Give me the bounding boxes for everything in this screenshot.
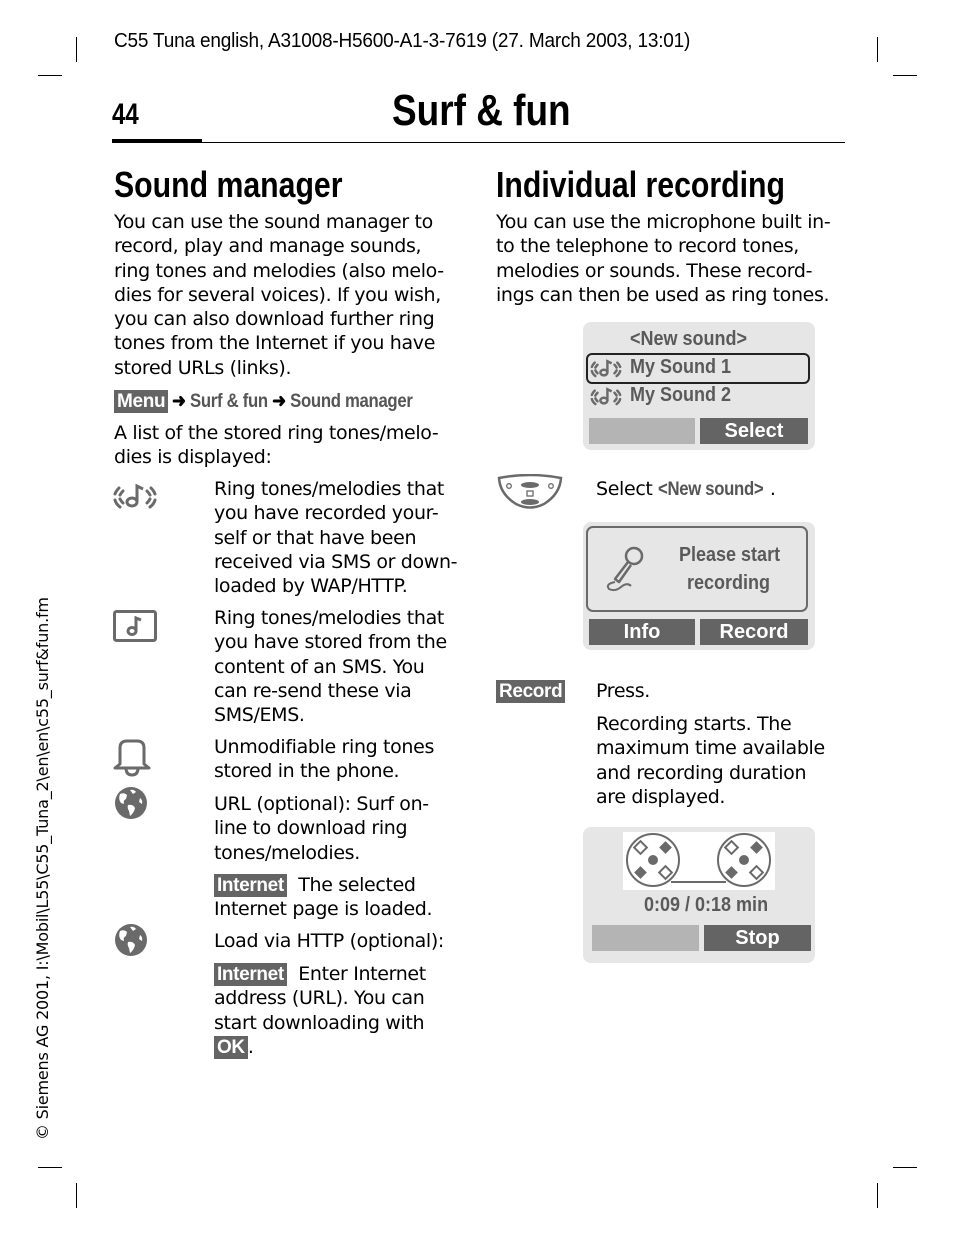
recording-prompt-line-1: Please start bbox=[679, 544, 781, 566]
list-item-http: Load via HTTP (optional): bbox=[214, 930, 444, 952]
microphone-icon bbox=[606, 546, 644, 592]
recorded-sound-icon bbox=[113, 483, 157, 509]
phone-screen-start-recording: Please start recording Info Record bbox=[583, 522, 815, 650]
stop-softkey[interactable]: Stop bbox=[704, 925, 811, 951]
crop-mark bbox=[893, 75, 917, 76]
page-number: 44 bbox=[112, 98, 139, 131]
url-internet-step: Internet The selected Internet page is l… bbox=[214, 874, 433, 921]
left-softkey[interactable] bbox=[592, 925, 699, 951]
document-info: C55 Tuna english, A31008-H5600-A1-3-7619… bbox=[114, 30, 691, 52]
crop-mark bbox=[76, 37, 77, 62]
side-file-note: © Siemens AG 2001, I:\Mobil\L55\C55_Tuna… bbox=[33, 597, 52, 1140]
menu-path-surf-fun[interactable]: Surf & fun bbox=[190, 391, 268, 412]
record-softkey[interactable]: Record bbox=[700, 619, 808, 645]
chapter-title: Surf & fun bbox=[392, 86, 571, 135]
sms-melody-icon bbox=[113, 610, 157, 642]
internet-softkey[interactable]: Internet bbox=[214, 874, 287, 897]
menu-path-sound-manager[interactable]: Sound manager bbox=[290, 391, 413, 412]
bell-icon bbox=[113, 739, 151, 777]
section-title-individual-recording: Individual recording bbox=[496, 164, 785, 205]
section-title-sound-manager: Sound manager bbox=[114, 164, 343, 205]
arrow-icon: ➜ bbox=[272, 391, 287, 412]
crop-mark bbox=[877, 37, 878, 62]
phone-screen-sound-list: <New sound> My Sound 1 My Sound 2 Select bbox=[583, 322, 815, 450]
list-intro: A list of the stored ring tones/melo- di… bbox=[114, 422, 439, 469]
arrow-icon: ➜ bbox=[172, 391, 186, 412]
tape-reels-icon bbox=[623, 832, 775, 890]
list-option-my-sound-2[interactable]: My Sound 2 bbox=[630, 384, 731, 407]
recorded-sound-icon bbox=[590, 387, 622, 406]
menu-path: Menu ➜ Surf & fun ➜ Sound manager bbox=[114, 389, 446, 414]
recording-prompt-line-2: recording bbox=[687, 572, 771, 594]
crop-mark bbox=[76, 1183, 77, 1208]
select-softkey[interactable]: Select bbox=[700, 418, 808, 444]
list-item-sms-melodies: Ring tones/melodies that you have stored… bbox=[214, 607, 447, 727]
header-rule bbox=[112, 142, 845, 143]
navigation-key-icon bbox=[497, 474, 563, 509]
sound-manager-intro: You can use the sound manager to record,… bbox=[114, 211, 444, 379]
step-select-new-sound: Select <New sound>. bbox=[596, 477, 776, 502]
new-sound-option-ref: <New sound> bbox=[658, 479, 764, 500]
list-item-builtin-tones: Unmodifiable ring tones stored in the ph… bbox=[214, 736, 434, 783]
globe-icon bbox=[115, 787, 147, 819]
info-softkey[interactable]: Info bbox=[589, 619, 695, 645]
left-softkey[interactable] bbox=[589, 418, 695, 444]
list-item-recorded: Ring tones/melodies that you have record… bbox=[214, 478, 458, 598]
recording-starts-description: Recording starts. The maximum time avail… bbox=[596, 713, 825, 808]
list-option-new-sound[interactable]: <New sound> bbox=[630, 328, 747, 351]
http-internet-step: Internet Enter Internet address (URL). Y… bbox=[214, 963, 426, 1059]
record-softkey-ref[interactable]: Record bbox=[496, 680, 566, 703]
crop-mark bbox=[38, 1167, 62, 1168]
individual-recording-intro: You can use the microphone built in- to … bbox=[496, 211, 831, 306]
phone-screen-recording: 0:09 / 0:18 min Stop bbox=[583, 827, 815, 963]
list-item-url: URL (optional): Surf on- line to downloa… bbox=[214, 793, 429, 864]
crop-mark bbox=[893, 1167, 917, 1168]
menu-softkey[interactable]: Menu bbox=[114, 390, 169, 413]
step-press-record: Press. bbox=[596, 680, 650, 702]
crop-mark bbox=[877, 1183, 878, 1208]
ok-softkey[interactable]: OK bbox=[214, 1035, 248, 1059]
record-softkey-label: Record bbox=[496, 679, 566, 703]
list-option-my-sound-1[interactable]: My Sound 1 bbox=[630, 356, 731, 379]
internet-softkey[interactable]: Internet bbox=[214, 963, 287, 986]
recording-time: 0:09 / 0:18 min bbox=[644, 894, 769, 916]
crop-mark bbox=[38, 75, 62, 76]
globe-icon bbox=[115, 924, 147, 956]
recorded-sound-icon bbox=[590, 359, 622, 378]
